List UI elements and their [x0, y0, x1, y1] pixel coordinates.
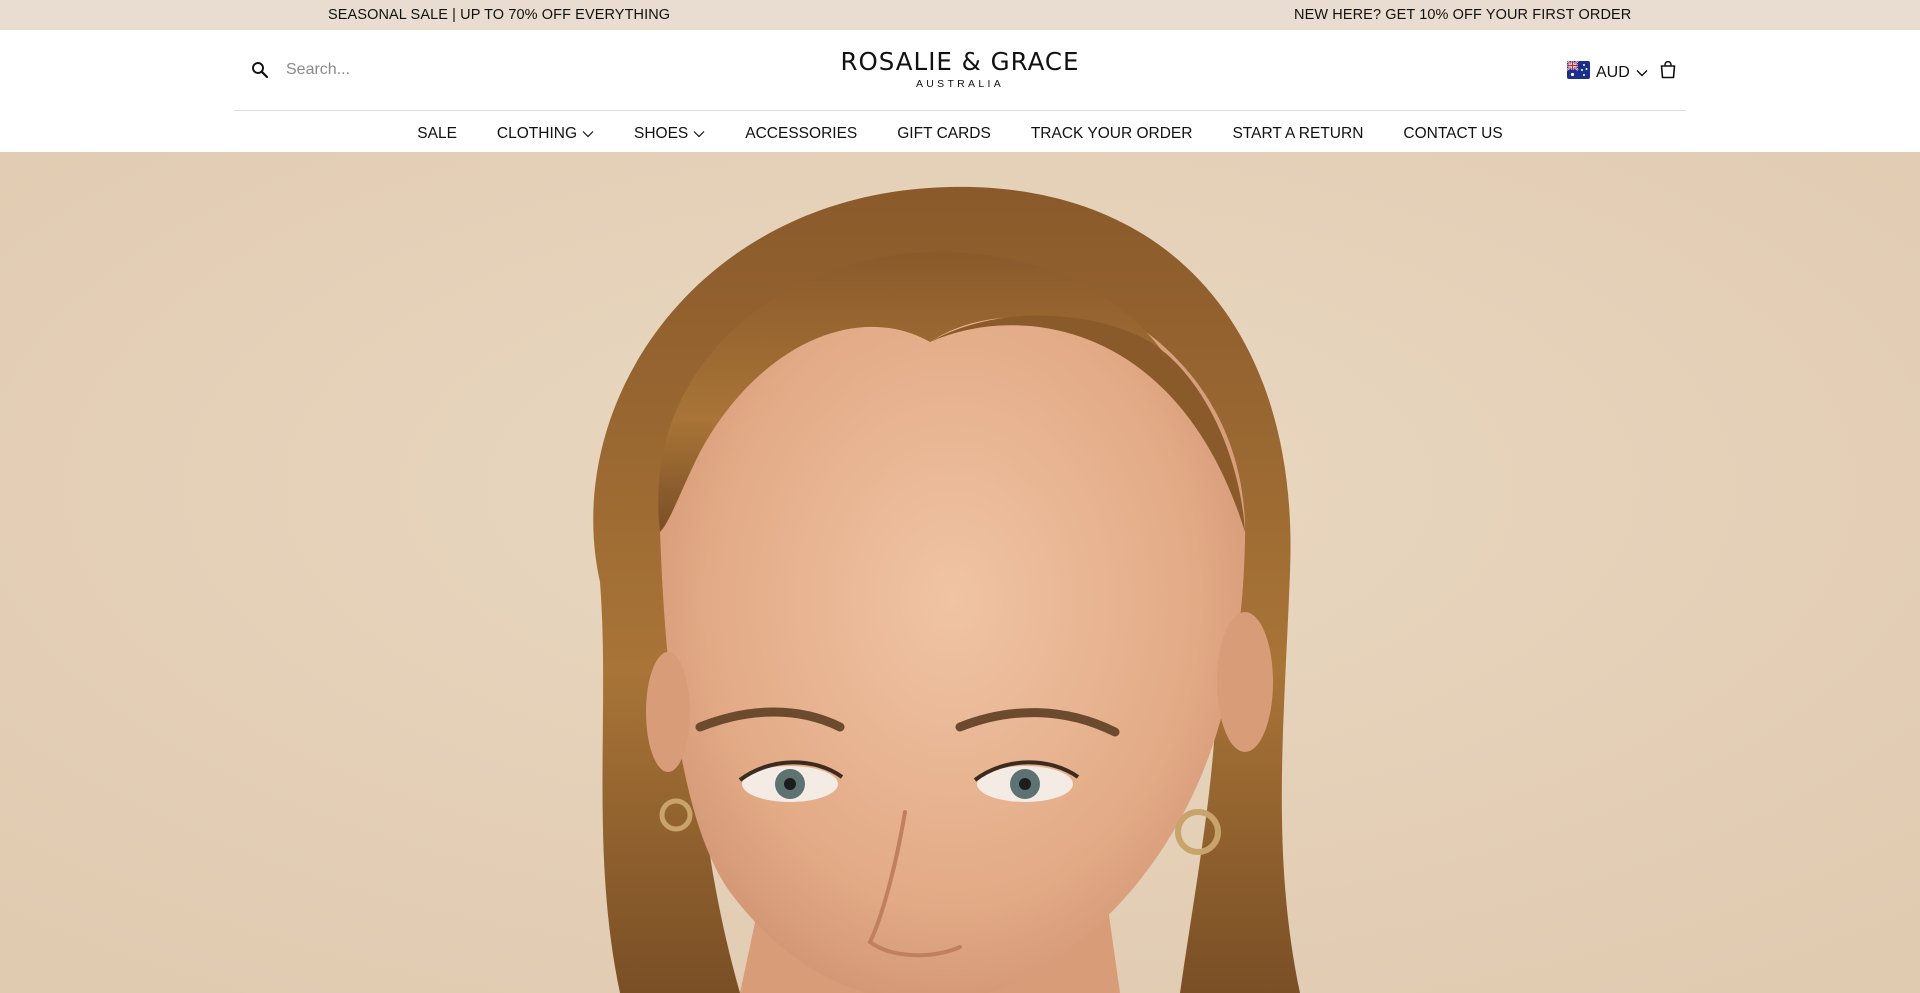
shopping-bag-icon[interactable] [1660, 60, 1676, 79]
announcement-bar: SEASONAL SALE | UP TO 70% OFF EVERYTHING… [0, 0, 1920, 30]
nav-item-label: CONTACT US [1403, 125, 1503, 142]
nav-item-label: TRACK YOUR ORDER [1030, 125, 1193, 142]
logo-subtitle: AUSTRALIA [915, 78, 1005, 90]
logo-name: ROSALIE & GRACE [840, 47, 1080, 76]
header-divider [234, 110, 1686, 111]
nav-item-label: ACCESSORIES [745, 125, 858, 142]
search-input[interactable] [284, 60, 608, 80]
main-navigation: SALE CLOTHING SHOES ACCESSORIES GIFT CAR… [0, 122, 1920, 146]
nav-item-label: START A RETURN [1232, 125, 1364, 142]
nav-item-start-return[interactable]: START A RETURN [1232, 125, 1363, 143]
search-icon[interactable] [250, 60, 270, 80]
nav-item-gift-cards[interactable]: GIFT CARDS [897, 125, 991, 143]
currency-selector[interactable]: AUD [1566, 60, 1648, 84]
nav-item-clothing[interactable]: CLOTHING [497, 125, 594, 143]
brand-logo[interactable]: ROSALIE & GRACE AUSTRALIA [760, 48, 1160, 91]
hero-portrait-image [0, 152, 1920, 993]
search-bar [250, 59, 608, 81]
announcement-new-customer-text[interactable]: NEW HERE? GET 10% OFF YOUR FIRST ORDER [1294, 7, 1631, 23]
nav-item-label: SHOES [634, 125, 689, 142]
nav-item-accessories[interactable]: ACCESSORIES [745, 125, 857, 143]
chevron-down-icon [1636, 64, 1648, 82]
announcement-sale-text[interactable]: SEASONAL SALE | UP TO 70% OFF EVERYTHING [328, 7, 670, 23]
nav-item-contact-us[interactable]: CONTACT US [1403, 125, 1502, 143]
chevron-down-icon [582, 131, 594, 138]
australia-flag-icon [1566, 60, 1590, 84]
currency-code: AUD [1596, 63, 1630, 81]
hero-banner[interactable] [0, 152, 1920, 993]
nav-item-shoes[interactable]: SHOES [634, 125, 705, 143]
nav-item-label: CLOTHING [496, 125, 577, 142]
nav-item-label: SALE [417, 125, 457, 142]
nav-item-track-order[interactable]: TRACK YOUR ORDER [1031, 125, 1193, 143]
nav-item-sale[interactable]: SALE [417, 125, 457, 143]
chevron-down-icon [693, 131, 705, 138]
site-header: ROSALIE & GRACE AUSTRALIA [0, 30, 1920, 152]
nav-item-label: GIFT CARDS [897, 125, 991, 142]
